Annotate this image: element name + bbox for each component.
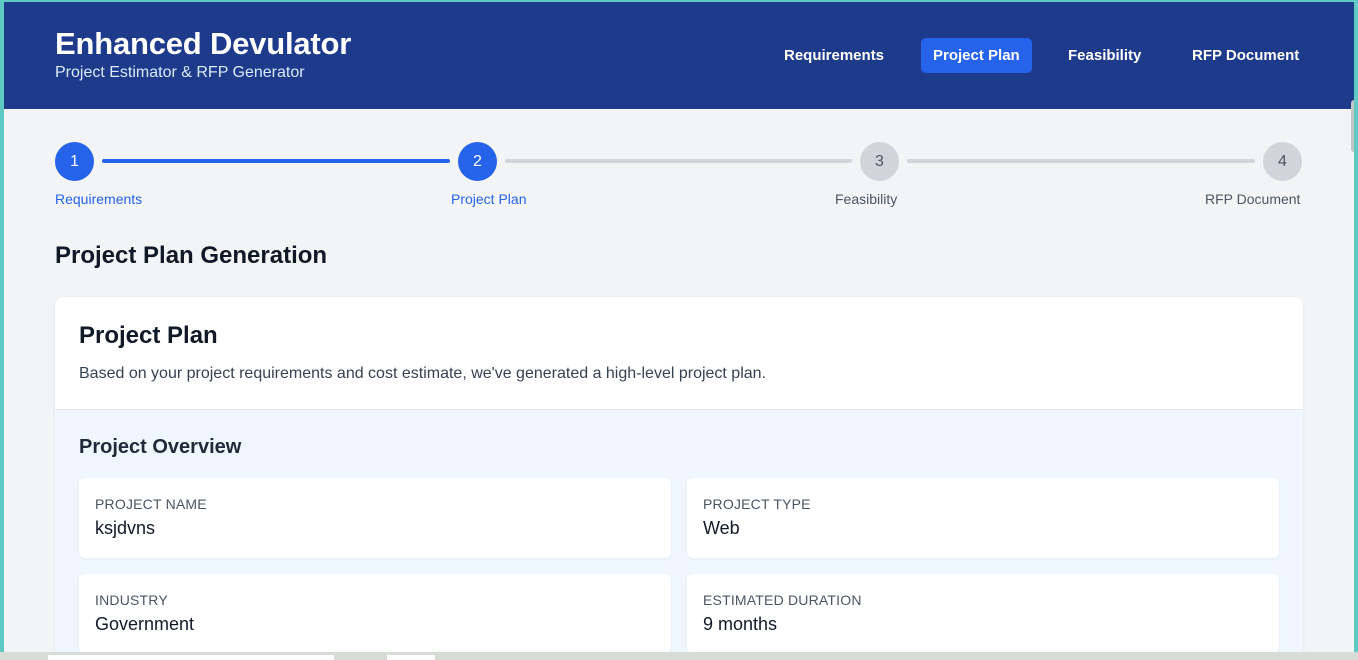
overview-title: Project Overview — [79, 436, 242, 458]
field-label: ESTIMATED DURATION — [703, 592, 862, 608]
field-value: 9 months — [703, 614, 778, 634]
card-title: Project Plan — [79, 322, 218, 349]
nav-rfp-document[interactable]: RFP Document — [1180, 38, 1311, 73]
field-estimated-duration: ESTIMATED DURATION 9 months — [687, 574, 1279, 652]
taskbar-tab[interactable] — [48, 655, 334, 660]
step-1-circle[interactable]: 1 — [55, 142, 94, 181]
card-description: Based on your project requirements and c… — [79, 365, 766, 382]
field-industry: INDUSTRY Government — [79, 574, 671, 652]
page-title: Project Plan Generation — [55, 242, 328, 269]
project-overview-section: Project Overview PROJECT NAME ksjdvns PR… — [55, 409, 1303, 652]
field-value: ksjdvns — [95, 518, 156, 538]
step-4-label[interactable]: RFP Document — [1205, 191, 1300, 207]
nav-feasibility[interactable]: Feasibility — [1056, 38, 1153, 73]
app-subtitle: Project Estimator & RFP Generator — [55, 64, 305, 81]
app-title: Enhanced Devulator — [55, 26, 352, 61]
step-4-circle[interactable]: 4 — [1263, 142, 1302, 181]
step-2-circle[interactable]: 2 — [458, 142, 497, 181]
field-label: PROJECT TYPE — [703, 496, 811, 512]
field-value: Government — [95, 614, 195, 634]
field-value: Web — [703, 518, 740, 538]
step-3-circle[interactable]: 3 — [860, 142, 899, 181]
app-header: Enhanced Devulator Project Estimator & R… — [4, 2, 1354, 109]
step-2-label[interactable]: Project Plan — [451, 191, 526, 207]
nav-requirements[interactable]: Requirements — [772, 38, 896, 73]
field-label: PROJECT NAME — [95, 496, 207, 512]
stepper-connector-2 — [505, 159, 852, 163]
stepper-connector-3 — [907, 159, 1255, 163]
step-3-label[interactable]: Feasibility — [835, 191, 897, 207]
taskbar-tab[interactable] — [387, 655, 435, 660]
field-project-type: PROJECT TYPE Web — [687, 478, 1279, 558]
field-label: INDUSTRY — [95, 592, 168, 608]
nav-project-plan[interactable]: Project Plan — [921, 38, 1032, 73]
app-window: Enhanced Devulator Project Estimator & R… — [4, 2, 1354, 652]
field-project-name: PROJECT NAME ksjdvns — [79, 478, 671, 558]
project-plan-card: Project Plan Based on your project requi… — [55, 297, 1303, 652]
stepper-connector-1 — [102, 159, 450, 163]
page-scrollbar[interactable] — [1351, 100, 1354, 152]
step-1-label[interactable]: Requirements — [55, 191, 142, 207]
